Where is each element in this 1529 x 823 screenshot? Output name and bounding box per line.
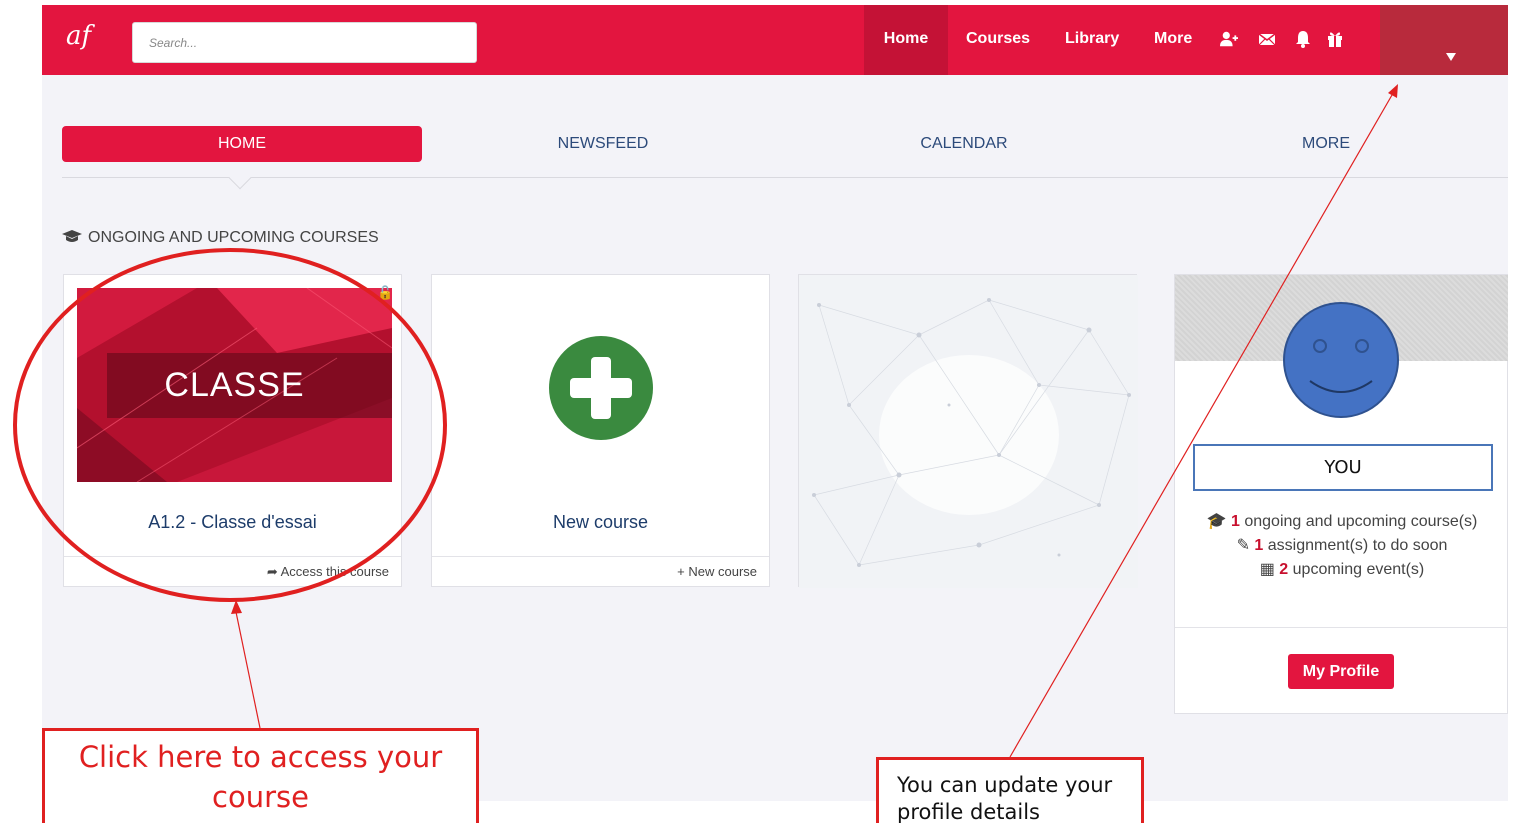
new-course-link[interactable]: + New course xyxy=(677,564,757,579)
top-navbar: af Home Courses Library More xyxy=(42,5,1508,75)
graduation-cap-icon xyxy=(62,230,82,242)
edit-icon: ✎ xyxy=(1236,537,1255,554)
new-course-link-text: New course xyxy=(688,564,757,579)
tab-calendar[interactable]: CALENDAR xyxy=(784,126,1144,162)
my-profile-button[interactable]: My Profile xyxy=(1288,654,1394,689)
stat-events-text: upcoming event(s) xyxy=(1292,561,1425,578)
profile-dropdown[interactable] xyxy=(1380,5,1508,75)
add-user-icon[interactable] xyxy=(1220,30,1238,48)
tab-more[interactable]: MORE xyxy=(1146,126,1506,162)
network-pattern xyxy=(799,275,1138,588)
stat-events: ▦ 2 upcoming event(s) xyxy=(1175,558,1508,582)
stat-courses-text: ongoing and upcoming course(s) xyxy=(1244,513,1478,530)
graduation-cap-icon: 🎓 xyxy=(1206,513,1231,530)
app-screenshot: af Home Courses Library More xyxy=(42,5,1508,801)
new-course-footer: + New course xyxy=(432,556,769,587)
access-course-link[interactable]: ➦ Access this course xyxy=(267,564,389,580)
envelope-icon[interactable] xyxy=(1258,30,1276,48)
course-title[interactable]: A1.2 - Classe d'essai xyxy=(64,512,401,533)
stat-courses-count: 1 xyxy=(1230,513,1240,530)
tab-home[interactable]: HOME xyxy=(62,126,422,162)
new-course-title[interactable]: New course xyxy=(432,512,769,533)
stat-courses: 🎓 1 ongoing and upcoming course(s) xyxy=(1175,510,1508,534)
unlock-icon: 🔓 xyxy=(377,285,394,300)
nav-home[interactable]: Home xyxy=(864,5,948,75)
profile-divider xyxy=(1175,627,1508,628)
smiley-avatar[interactable] xyxy=(1282,301,1400,419)
bell-icon[interactable] xyxy=(1294,30,1312,48)
course-card[interactable]: CLASSE 🔓 A1.2 - Classe d'essai ➦ Access … xyxy=(63,274,402,587)
share-arrow-icon: ➦ xyxy=(266,564,281,579)
plus-circle-icon[interactable] xyxy=(548,335,654,441)
nav-library[interactable]: Library xyxy=(1065,5,1119,75)
course-image[interactable]: CLASSE xyxy=(77,288,392,482)
tab-newsfeed[interactable]: NEWSFEED xyxy=(423,126,783,162)
new-course-card[interactable]: New course + New course xyxy=(431,274,770,587)
access-course-link-text: Access this course xyxy=(280,564,389,579)
calendar-icon: ▦ xyxy=(1259,561,1280,578)
caret-down-icon xyxy=(1446,53,1456,61)
stat-assignments-count: 1 xyxy=(1254,537,1264,554)
placeholder-card xyxy=(798,274,1138,588)
annotation-callout-course: Click here to access your course xyxy=(42,728,479,823)
annotation-callout-profile: You can update your profile details xyxy=(876,757,1144,823)
nav-more[interactable]: More xyxy=(1154,5,1192,75)
profile-stats: 🎓 1 ongoing and upcoming course(s) ✎ 1 a… xyxy=(1175,510,1508,582)
nav-courses[interactable]: Courses xyxy=(966,5,1030,75)
gift-icon[interactable] xyxy=(1326,30,1344,48)
stat-assignments-text: assignment(s) to do soon xyxy=(1267,537,1448,554)
stat-assignments: ✎ 1 assignment(s) to do soon xyxy=(1175,534,1508,558)
stat-events-count: 2 xyxy=(1279,561,1289,578)
section-title: ONGOING AND UPCOMING COURSES xyxy=(62,229,379,247)
profile-name: YOU xyxy=(1193,444,1493,491)
tab-divider xyxy=(62,177,1508,178)
tab-pointer xyxy=(228,166,252,190)
search-input[interactable] xyxy=(132,22,477,63)
section-title-text: ONGOING AND UPCOMING COURSES xyxy=(88,229,379,246)
logo[interactable]: af xyxy=(66,21,91,51)
profile-card: YOU 🎓 1 ongoing and upcoming course(s) ✎… xyxy=(1174,274,1508,714)
course-card-footer: ➦ Access this course xyxy=(64,556,401,587)
course-image-label: CLASSE xyxy=(164,366,305,404)
plus-icon: + xyxy=(677,564,689,579)
